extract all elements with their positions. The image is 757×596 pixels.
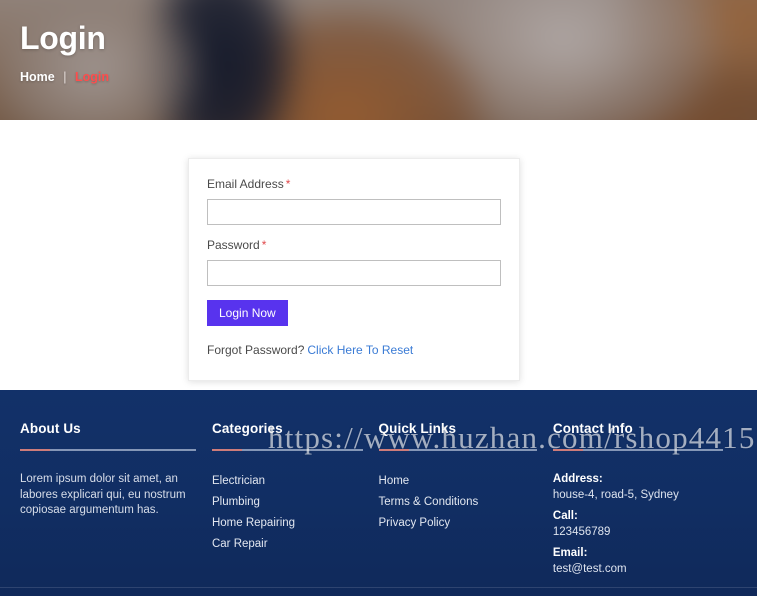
email-label: Email Address *: [207, 177, 501, 192]
password-label: Password *: [207, 238, 501, 253]
email-input[interactable]: [207, 199, 501, 225]
forgot-password-text: Forgot Password?: [207, 343, 305, 357]
about-heading: About Us: [20, 421, 81, 436]
category-link-home-repairing[interactable]: Home Repairing: [212, 515, 295, 532]
list-item: Electrician: [212, 471, 363, 490]
contact-heading: Contact Info: [552, 421, 633, 436]
quick-link-home[interactable]: Home: [379, 473, 410, 490]
email-label-text: Email Address: [207, 177, 284, 191]
breadcrumb: Home | Login: [20, 69, 109, 85]
hero-content: Login Home | Login: [20, 18, 109, 85]
quick-links-heading-underline: [378, 449, 537, 451]
footer-columns: About Us Lorem ipsum dolor sit amet, an …: [0, 390, 757, 582]
page-title: Login: [20, 20, 106, 56]
list-item: Terms & Conditions: [379, 492, 537, 511]
login-form-card: Email Address * Password * Login Now Forgo…: [188, 158, 520, 381]
contact-email-label: Email:: [552, 547, 588, 559]
login-page: Login Home | Login Email Address * Passwo…: [0, 0, 757, 596]
footer-divider: [0, 587, 757, 588]
main-content: Email Address * Password * Login Now Forgo…: [0, 120, 757, 390]
categories-heading-underline: [211, 449, 363, 451]
footer-column-quick-links: Quick Links Home Terms & Conditions Priv…: [378, 420, 553, 582]
password-label-text: Password: [207, 238, 260, 252]
list-item: Home Repairing: [212, 513, 363, 532]
list-item: Privacy Policy: [379, 513, 537, 532]
login-now-button[interactable]: Login Now: [207, 300, 288, 326]
breadcrumb-current: Login: [74, 70, 109, 84]
hero-background-image: [0, 0, 757, 120]
forgot-password-row: Forgot Password? Click Here To Reset: [207, 342, 501, 358]
categories-heading: Categories: [211, 421, 283, 436]
footer-column-categories: Categories Electrician Plumbing Home Rep…: [211, 420, 379, 582]
breadcrumb-separator: |: [63, 70, 67, 84]
reset-password-link[interactable]: Click Here To Reset: [307, 343, 413, 357]
contact-address-value: house-4, road-5, Sydney: [552, 489, 679, 501]
contact-call-label: Call:: [552, 510, 578, 522]
password-required-mark: *: [261, 238, 267, 252]
contact-email-value: test@test.com: [552, 563, 627, 575]
category-link-car-repair[interactable]: Car Repair: [212, 536, 268, 553]
about-heading-underline: [20, 449, 196, 451]
page-hero: Login Home | Login: [0, 0, 757, 120]
footer-column-contact: Contact Info Address: house-4, road-5, S…: [552, 420, 739, 582]
email-required-mark: *: [285, 177, 291, 191]
list-item: Car Repair: [212, 534, 363, 553]
about-text: Lorem ipsum dolor sit amet, an labores e…: [20, 473, 186, 516]
email-field-group: Email Address *: [207, 177, 501, 225]
list-item: Home: [379, 471, 537, 490]
contact-heading-underline: [552, 449, 723, 451]
category-link-electrician[interactable]: Electrician: [212, 473, 265, 490]
categories-list: Electrician Plumbing Home Repairing Car …: [212, 471, 363, 553]
contact-call-value: 123456789: [552, 526, 611, 538]
quick-links-heading: Quick Links: [378, 421, 457, 436]
category-link-plumbing[interactable]: Plumbing: [212, 494, 260, 511]
contact-details: Address: house-4, road-5, Sydney Call: 1…: [553, 471, 723, 577]
quick-link-terms[interactable]: Terms & Conditions: [379, 494, 479, 511]
site-footer: About Us Lorem ipsum dolor sit amet, an …: [0, 390, 757, 596]
quick-links-list: Home Terms & Conditions Privacy Policy: [379, 471, 537, 532]
password-field-group: Password *: [207, 238, 501, 286]
breadcrumb-home-link[interactable]: Home: [20, 70, 55, 84]
list-item: Plumbing: [212, 492, 363, 511]
footer-column-about: About Us Lorem ipsum dolor sit amet, an …: [20, 420, 212, 582]
quick-link-privacy[interactable]: Privacy Policy: [379, 515, 451, 532]
contact-address-label: Address:: [552, 473, 603, 485]
password-input[interactable]: [207, 260, 501, 286]
